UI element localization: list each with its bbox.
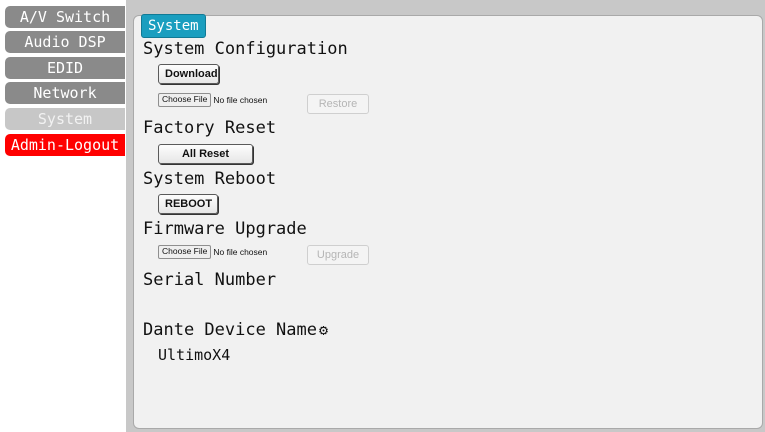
- firmware-upgrade-heading: Firmware Upgrade: [143, 219, 307, 239]
- config-no-file-text: No file chosen: [213, 95, 268, 105]
- sidebar-item-audio-dsp[interactable]: Audio DSP: [5, 31, 125, 53]
- download-button[interactable]: Download: [158, 64, 219, 84]
- config-file-input[interactable]: Choose File No file chosen: [158, 93, 267, 107]
- sidebar-item-admin-logout[interactable]: Admin-Logout: [5, 134, 125, 156]
- serial-number-heading: Serial Number: [143, 270, 277, 290]
- sidebar-item-system[interactable]: System: [5, 108, 125, 130]
- restore-button[interactable]: Restore: [307, 94, 369, 114]
- all-reset-button[interactable]: All Reset: [158, 144, 253, 164]
- reboot-button[interactable]: REBOOT: [158, 194, 218, 214]
- sidebar-item-edid[interactable]: EDID: [5, 57, 125, 79]
- gear-icon[interactable]: ⚙: [319, 321, 328, 339]
- config-choose-file-button[interactable]: Choose File: [158, 93, 212, 107]
- system-reboot-heading: System Reboot: [143, 169, 277, 189]
- sidebar-item-network[interactable]: Network: [5, 82, 125, 104]
- firmware-choose-file-button[interactable]: Choose File: [158, 245, 212, 259]
- dante-device-name-heading: Dante Device Name ⚙: [143, 320, 328, 340]
- sidebar-item-av-switch[interactable]: A/V Switch: [5, 6, 125, 28]
- dante-device-name-value: UltimoX4: [158, 346, 231, 364]
- upgrade-button[interactable]: Upgrade: [307, 245, 369, 265]
- factory-reset-heading: Factory Reset: [143, 118, 277, 138]
- firmware-file-input[interactable]: Choose File No file chosen: [158, 245, 267, 259]
- sidebar: A/V Switch Audio DSP EDID Network System…: [0, 0, 126, 432]
- system-configuration-heading: System Configuration: [143, 39, 348, 59]
- tab-system[interactable]: System: [141, 14, 206, 38]
- firmware-no-file-text: No file chosen: [213, 247, 268, 257]
- dante-device-name-label: Dante Device Name: [143, 320, 317, 340]
